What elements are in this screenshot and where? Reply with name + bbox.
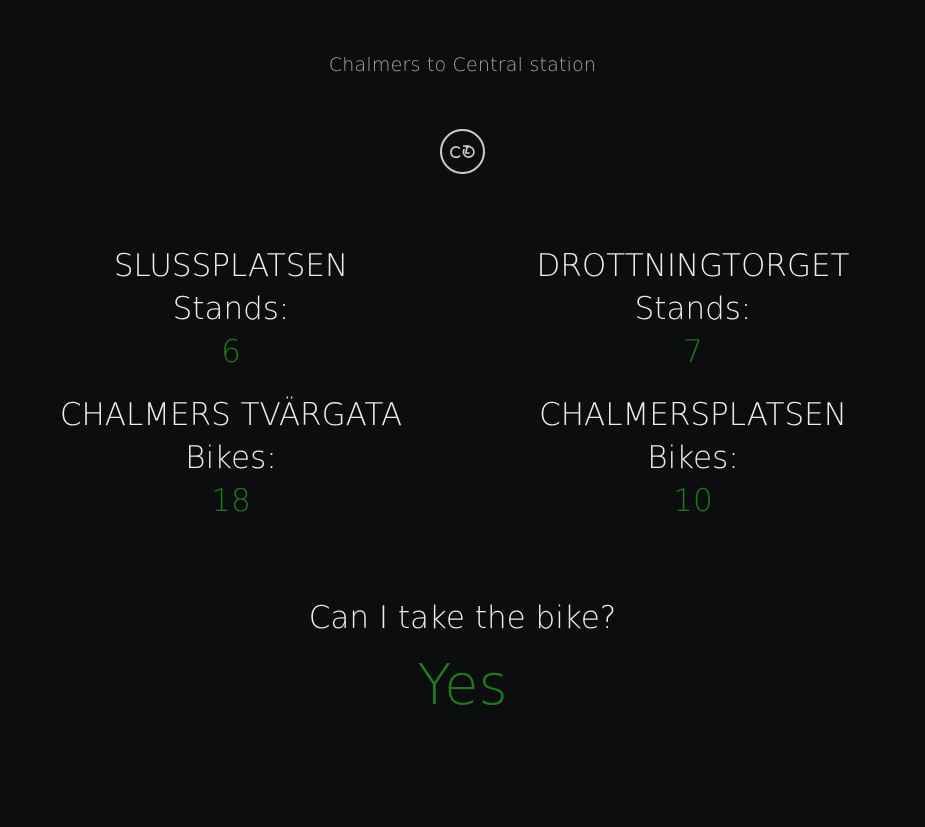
station-availability-label: Bikes: xyxy=(185,440,277,476)
station-availability-label: Bikes: xyxy=(647,440,739,476)
route-title: Chalmers to Central station xyxy=(328,54,597,76)
station-card-chalmers-tvargata: CHALMERS TVÄRGATA Bikes: 18 xyxy=(1,394,461,523)
bicycle-icon[interactable] xyxy=(440,129,485,174)
station-name: SLUSSPLATSEN xyxy=(113,248,349,284)
station-availability-count: 10 xyxy=(673,483,713,519)
station-card-slussplatsen: SLUSSPLATSEN Stands: 6 xyxy=(1,245,461,374)
verdict-question: Can I take the bike? xyxy=(308,600,617,636)
verdict-answer: Yes xyxy=(417,653,508,718)
station-name: CHALMERSPLATSEN xyxy=(539,397,847,433)
station-availability-count: 7 xyxy=(683,334,703,370)
station-card-chalmersplatsen: CHALMERSPLATSEN Bikes: 10 xyxy=(463,394,923,523)
station-availability-label: Stands: xyxy=(172,291,290,327)
bike-status-page: Chalmers to Central station SLUSSPLATSEN… xyxy=(0,0,925,827)
station-availability-count: 6 xyxy=(221,334,241,370)
station-card-drottningtorget: DROTTNINGTORGET Stands: 7 xyxy=(463,245,923,374)
station-availability-count: 18 xyxy=(211,483,251,519)
bicycle-icon-graphic xyxy=(450,145,475,159)
station-name: DROTTNINGTORGET xyxy=(536,248,850,284)
station-availability-label: Stands: xyxy=(634,291,752,327)
station-name: CHALMERS TVÄRGATA xyxy=(59,397,403,433)
